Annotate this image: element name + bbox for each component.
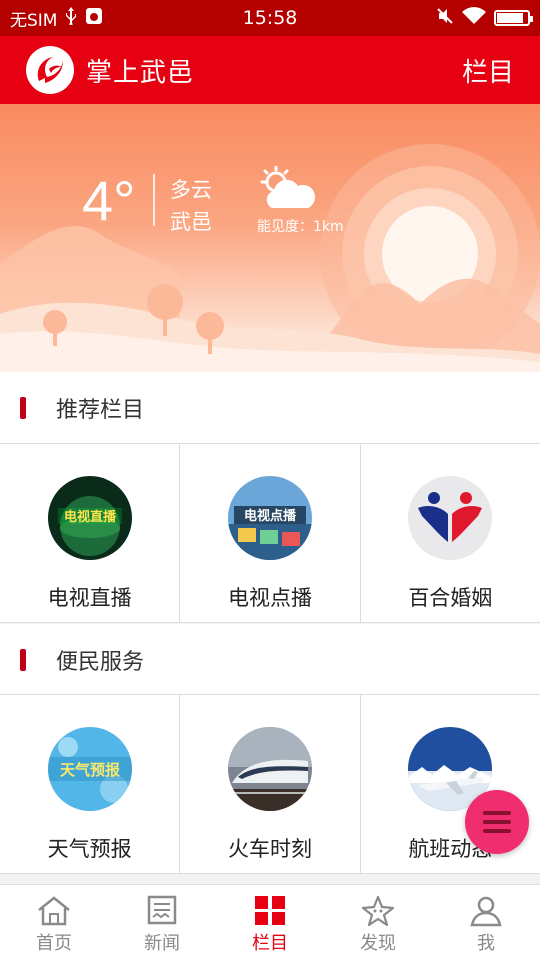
app-title: 掌上武邑 <box>86 57 195 88</box>
section-header-recommended: 推荐栏目 <box>0 372 540 444</box>
section-title: 推荐栏目 <box>56 398 145 423</box>
status-left: 无SIM <box>10 6 103 31</box>
columns-menu-button[interactable]: 栏目 <box>462 52 514 89</box>
mute-icon <box>436 7 454 30</box>
section-header-services: 便民服务 <box>0 624 540 696</box>
status-right <box>436 6 533 30</box>
grid-item-label: 电视点播 <box>227 586 312 610</box>
carrier-label: 无SIM <box>10 10 58 31</box>
landscape-illustration <box>0 144 540 372</box>
grid-item-label: 火车时刻 <box>227 837 312 861</box>
tv-live-thumb: 电视直播 <box>47 476 132 560</box>
grid-item-marriage[interactable]: 百合婚姻 <box>361 444 540 622</box>
menu-line <box>483 829 511 833</box>
nav-label: 发现 <box>360 933 396 954</box>
marriage-thumb <box>408 476 493 560</box>
nav-home[interactable]: 首页 <box>0 885 108 960</box>
weather-banner[interactable]: 4° 多云 武邑 能见度：1km <box>0 104 540 372</box>
usb-icon <box>65 6 77 30</box>
brand: 掌上武邑 <box>26 46 194 94</box>
visibility-label: 能见度：1km <box>257 219 344 235</box>
debug-icon <box>85 7 103 30</box>
partly-cloudy-icon <box>258 165 318 216</box>
nav-label: 新闻 <box>144 933 180 954</box>
menu-line <box>483 820 511 824</box>
tv-vod-thumb: 电视点播 <box>227 476 312 560</box>
temperature: 4° <box>82 169 136 232</box>
weather-condition: 多云 <box>170 178 212 202</box>
grid-icon <box>255 896 285 925</box>
grid-item-tv-live[interactable]: 电视直播 电视直播 <box>0 444 181 622</box>
svg-text:电视点播: 电视点播 <box>244 508 297 524</box>
grid-item-weather-forecast[interactable]: 天气预报 天气预报 <box>0 695 181 873</box>
recommended-grid: 电视直播 电视直播 电视点播 电视点播 百合婚姻 <box>0 443 540 623</box>
svg-text:天气预报: 天气预报 <box>60 761 120 779</box>
nav-columns[interactable]: 栏目 <box>216 885 324 960</box>
section-marker <box>20 649 26 671</box>
nav-label: 首页 <box>36 933 72 954</box>
weather-forecast-thumb: 天气预报 <box>47 727 132 811</box>
weather-description: 多云 武邑 <box>170 174 212 238</box>
profile-icon <box>470 896 502 927</box>
floating-menu-button[interactable] <box>465 790 529 854</box>
weather-city: 武邑 <box>170 210 212 234</box>
app-logo-icon <box>26 46 74 94</box>
app-bar: 掌上武邑 栏目 <box>0 36 540 104</box>
battery-icon <box>494 10 533 26</box>
status-bar: 无SIM 15:58 <box>0 0 540 36</box>
nav-label: 栏目 <box>252 933 288 954</box>
nav-news[interactable]: 新闻 <box>108 885 216 960</box>
grid-item-label: 百合婚姻 <box>408 586 493 610</box>
services-grid: 天气预报 天气预报 火车时刻 航班动态 <box>0 694 540 874</box>
discover-icon <box>361 895 395 927</box>
section-title: 便民服务 <box>56 650 145 675</box>
svg-text:电视直播: 电视直播 <box>64 509 117 525</box>
train-schedule-thumb <box>227 727 312 811</box>
grid-item-train-schedule[interactable]: 火车时刻 <box>180 695 361 873</box>
nav-discover[interactable]: 发现 <box>324 885 432 960</box>
home-icon <box>38 896 70 926</box>
menu-line <box>483 811 511 815</box>
wifi-icon <box>462 6 486 30</box>
nav-me[interactable]: 我 <box>432 885 540 960</box>
bottom-nav: 首页 新闻 栏目 发现 我 <box>0 884 540 960</box>
nav-label: 我 <box>477 933 495 954</box>
section-marker <box>20 397 26 419</box>
grid-item-tv-vod[interactable]: 电视点播 电视点播 <box>180 444 361 622</box>
news-icon <box>147 895 177 925</box>
weather-divider <box>153 174 155 226</box>
grid-item-label: 天气预报 <box>47 837 132 861</box>
grid-item-label: 电视直播 <box>47 586 132 610</box>
